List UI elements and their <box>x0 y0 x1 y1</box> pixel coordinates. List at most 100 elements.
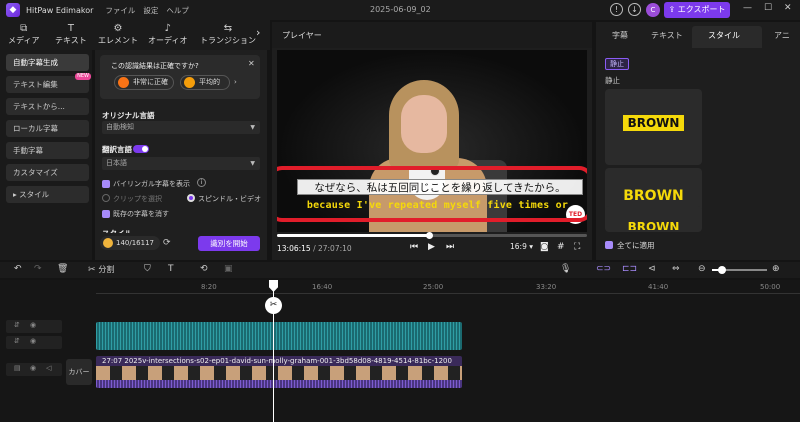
style-sample-text: BROWN <box>627 220 680 230</box>
static-filter-badge[interactable]: 静止 <box>605 58 629 70</box>
subtitle-track-icon[interactable]: ⇵ <box>14 337 20 345</box>
cover-button[interactable]: カバー <box>66 359 92 385</box>
prev-frame-icon[interactable]: ⏮ <box>410 242 418 252</box>
delete-icon[interactable]: 🗑 <box>57 264 68 274</box>
microphone-icon[interactable]: 🎙 <box>560 264 571 274</box>
split-button[interactable]: ✂ 分割 <box>88 264 114 275</box>
timeline-toolbar: ↶ ↷ 🗑 ✂ 分割 ⛉ T ⟲ ▣ 🎙 ⊂⊃ ⊏⊐ ⊲ ⇔ ⊖ ⊕ <box>0 262 800 278</box>
minimize-icon[interactable]: — <box>743 3 752 13</box>
tab-text[interactable]: テキスト <box>651 30 683 41</box>
close-icon[interactable]: ✕ <box>784 3 792 13</box>
tab-animation[interactable]: アニ <box>774 30 790 41</box>
delete-existing-checkbox[interactable] <box>102 210 110 218</box>
subtitle-highlight-box <box>277 166 587 222</box>
aspect-ratio-select[interactable]: 16:9 ▾ <box>510 242 533 251</box>
eye-icon[interactable]: ◉ <box>30 337 36 345</box>
sidebar-item-customize[interactable]: カスタマイズ <box>6 164 89 181</box>
video-frame[interactable]: なぜなら、私は五回同じことを繰り返してきたから。 because I've re… <box>277 50 587 232</box>
shield-icon[interactable]: ⛉ <box>144 264 151 274</box>
audio-track-icon[interactable]: ⇵ <box>14 321 20 329</box>
style-preset-3[interactable]: BROWN <box>605 206 702 232</box>
camera-icon[interactable]: ◙ <box>540 242 549 252</box>
chevron-right-icon[interactable]: › <box>256 26 260 39</box>
coin-icon <box>103 238 113 248</box>
split-audio-icon[interactable]: ⊲ <box>648 264 656 274</box>
progress-knob[interactable] <box>425 232 433 239</box>
menu-file[interactable]: ファイル <box>105 5 135 16</box>
sidebar-item-auto-subtitle[interactable]: 自動字幕生成 <box>6 54 89 71</box>
next-frame-icon[interactable]: ⏭ <box>446 242 454 252</box>
time-total: / 27:07:10 <box>313 244 352 253</box>
translation-toggle[interactable] <box>133 145 149 153</box>
zoom-out-icon[interactable]: ⊖ <box>698 264 706 274</box>
accurate-label: 非常に正確 <box>133 78 168 86</box>
close-icon[interactable]: ✕ <box>248 59 255 68</box>
tab-subtitle[interactable]: 字幕 <box>612 30 628 41</box>
scissors-icon[interactable]: ✂ <box>265 297 282 314</box>
help-icon[interactable]: ! <box>610 3 623 16</box>
track-header-video: ▤ ◉ ◁ <box>6 363 62 376</box>
undo-icon[interactable]: ↶ <box>14 264 22 274</box>
eye-icon[interactable]: ◉ <box>30 321 36 329</box>
video-clip[interactable]: 27:07 2025v-intersections-s02-ep01-david… <box>96 356 462 388</box>
video-track-icon[interactable]: ▤ <box>14 364 21 372</box>
start-recognition-button[interactable]: 識別を開始 <box>198 236 260 251</box>
fullscreen-icon[interactable]: ⛶ <box>574 242 580 252</box>
tool-media[interactable]: ⧉ メディア <box>8 23 39 46</box>
static-section-label: 静止 <box>605 76 620 85</box>
translation-language-select[interactable]: 日本語 ▼ <box>102 157 260 170</box>
info-icon[interactable]: i <box>197 178 206 187</box>
export-button[interactable]: ⇪ エクスポート <box>664 2 730 18</box>
grid-icon[interactable]: # <box>557 242 565 252</box>
playback-progress[interactable] <box>277 232 587 239</box>
time-current: 13:06:15 <box>277 244 311 253</box>
play-icon[interactable]: ▶ <box>428 242 435 252</box>
fit-icon[interactable]: ⇔ <box>672 264 680 274</box>
sidebar-item-text-edit[interactable]: テキスト編集 NEW <box>6 73 91 93</box>
tool-transition[interactable]: ⇆ トランジション <box>200 23 256 46</box>
download-icon[interactable]: ↓ <box>628 3 641 16</box>
menu-settings[interactable]: 設定 <box>143 5 158 16</box>
ruler-tick: 41:40 <box>648 283 669 291</box>
eye-icon[interactable]: ◉ <box>30 364 36 372</box>
crop-icon[interactable]: ▣ <box>224 264 233 274</box>
clip-select-radio[interactable] <box>102 194 110 202</box>
app-name: HitPaw Edimakor <box>26 5 94 15</box>
more-options-icon[interactable]: › <box>234 78 237 86</box>
time-ruler[interactable]: 8:20 16:40 25:00 33:20 41:40 50:00 <box>96 280 800 294</box>
speed-video-radio[interactable] <box>187 194 195 202</box>
average-button[interactable]: 平均的 <box>180 75 230 90</box>
sidebar-item-manual-subtitle[interactable]: 手動字幕 <box>6 142 89 159</box>
sidebar-item-text-to[interactable]: テキストから... <box>6 98 89 115</box>
apply-all-checkbox[interactable]: 全てに適用 <box>605 240 655 251</box>
menu-help[interactable]: ヘルプ <box>166 5 189 16</box>
link-icon[interactable]: ⊂⊃ <box>596 264 611 274</box>
avatar[interactable]: C <box>646 3 660 17</box>
speaker-icon[interactable]: ◁ <box>46 364 51 372</box>
tool-audio[interactable]: ♪ オーディオ <box>148 23 187 46</box>
audio-icon: ♪ <box>164 23 171 34</box>
tool-element[interactable]: ⚙ エレメント <box>98 23 138 46</box>
bilingual-checkbox[interactable] <box>102 180 110 188</box>
audio-clip[interactable] <box>96 322 462 350</box>
media-icon: ⧉ <box>20 23 28 34</box>
auto-subtitle-panel: この認識結果は正確ですか? ✕ 非常に正確 平均的 › オリジナル言語 自動検知… <box>95 50 267 260</box>
magnet-icon[interactable]: ⊏⊐ <box>622 264 637 274</box>
style-preset-1[interactable]: BROWN <box>605 89 702 165</box>
maximize-icon[interactable]: ☐ <box>764 3 772 13</box>
split-label: 分割 <box>98 265 115 274</box>
tool-text[interactable]: T テキスト <box>55 23 87 46</box>
zoom-slider-knob[interactable] <box>718 266 726 274</box>
checkbox-checked-icon <box>605 241 613 249</box>
sidebar-item-local-subtitle[interactable]: ローカル字幕 <box>6 120 89 137</box>
zoom-in-icon[interactable]: ⊕ <box>772 264 780 274</box>
sidebar-item-style[interactable]: ▸ スタイル <box>6 186 89 203</box>
accurate-button[interactable]: 非常に正確 <box>114 75 174 90</box>
player-title: プレイヤー <box>282 31 322 40</box>
redo-icon[interactable]: ↷ <box>34 264 42 274</box>
loop-icon[interactable]: ⟲ <box>200 264 208 274</box>
tab-style[interactable]: スタイル <box>708 30 740 41</box>
original-language-select[interactable]: 自動検知 ▼ <box>102 121 260 134</box>
refresh-icon[interactable]: ⟳ <box>163 238 171 248</box>
text-box-icon[interactable]: T <box>168 264 174 274</box>
